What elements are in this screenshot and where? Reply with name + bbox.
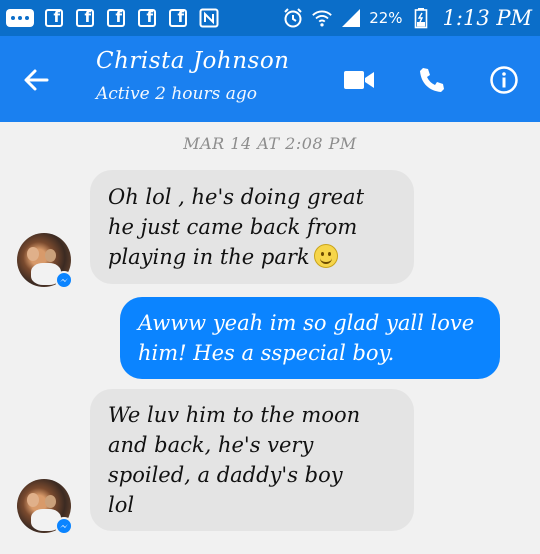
avatar[interactable] bbox=[17, 233, 73, 289]
incoming-message[interactable]: We luv him to the moon and back, he's ve… bbox=[90, 389, 414, 531]
clock: 1:13 PM bbox=[442, 6, 532, 30]
smiley-emoji-icon bbox=[313, 244, 338, 268]
avatar[interactable] bbox=[17, 479, 73, 535]
conversation-header: Christa Johnson Active 2 hours ago bbox=[0, 36, 540, 122]
messenger-badge-icon bbox=[55, 271, 73, 289]
battery-icon bbox=[410, 7, 432, 29]
facebook-notification-icon: f bbox=[136, 7, 158, 29]
phone-call-icon[interactable] bbox=[410, 58, 454, 102]
messenger-notification-icon bbox=[6, 9, 34, 27]
facebook-notification-icon: f bbox=[74, 7, 96, 29]
signal-icon bbox=[340, 7, 362, 29]
back-arrow-icon[interactable] bbox=[14, 58, 58, 102]
facebook-notification-icon: f bbox=[167, 7, 189, 29]
wifi-icon bbox=[311, 7, 333, 29]
incoming-message[interactable]: Oh lol , he's doing great he just came b… bbox=[90, 170, 414, 284]
active-status: Active 2 hours ago bbox=[96, 84, 257, 104]
facebook-notification-icon: f bbox=[105, 7, 127, 29]
date-separator: MAR 14 AT 2:08 PM bbox=[183, 134, 357, 153]
messenger-badge-icon bbox=[55, 517, 73, 535]
video-call-icon[interactable] bbox=[337, 58, 381, 102]
nfc-icon bbox=[198, 7, 220, 29]
info-icon[interactable] bbox=[482, 58, 526, 102]
outgoing-message[interactable]: Awww yeah im so glad yall love him! Hes … bbox=[120, 297, 500, 379]
alarm-icon bbox=[282, 7, 304, 29]
status-bar: f f f f f 22% 1:13 PM bbox=[0, 0, 540, 36]
facebook-notification-icon: f bbox=[43, 7, 65, 29]
battery-percent: 22% bbox=[369, 9, 403, 27]
contact-name[interactable]: Christa Johnson bbox=[96, 48, 290, 74]
